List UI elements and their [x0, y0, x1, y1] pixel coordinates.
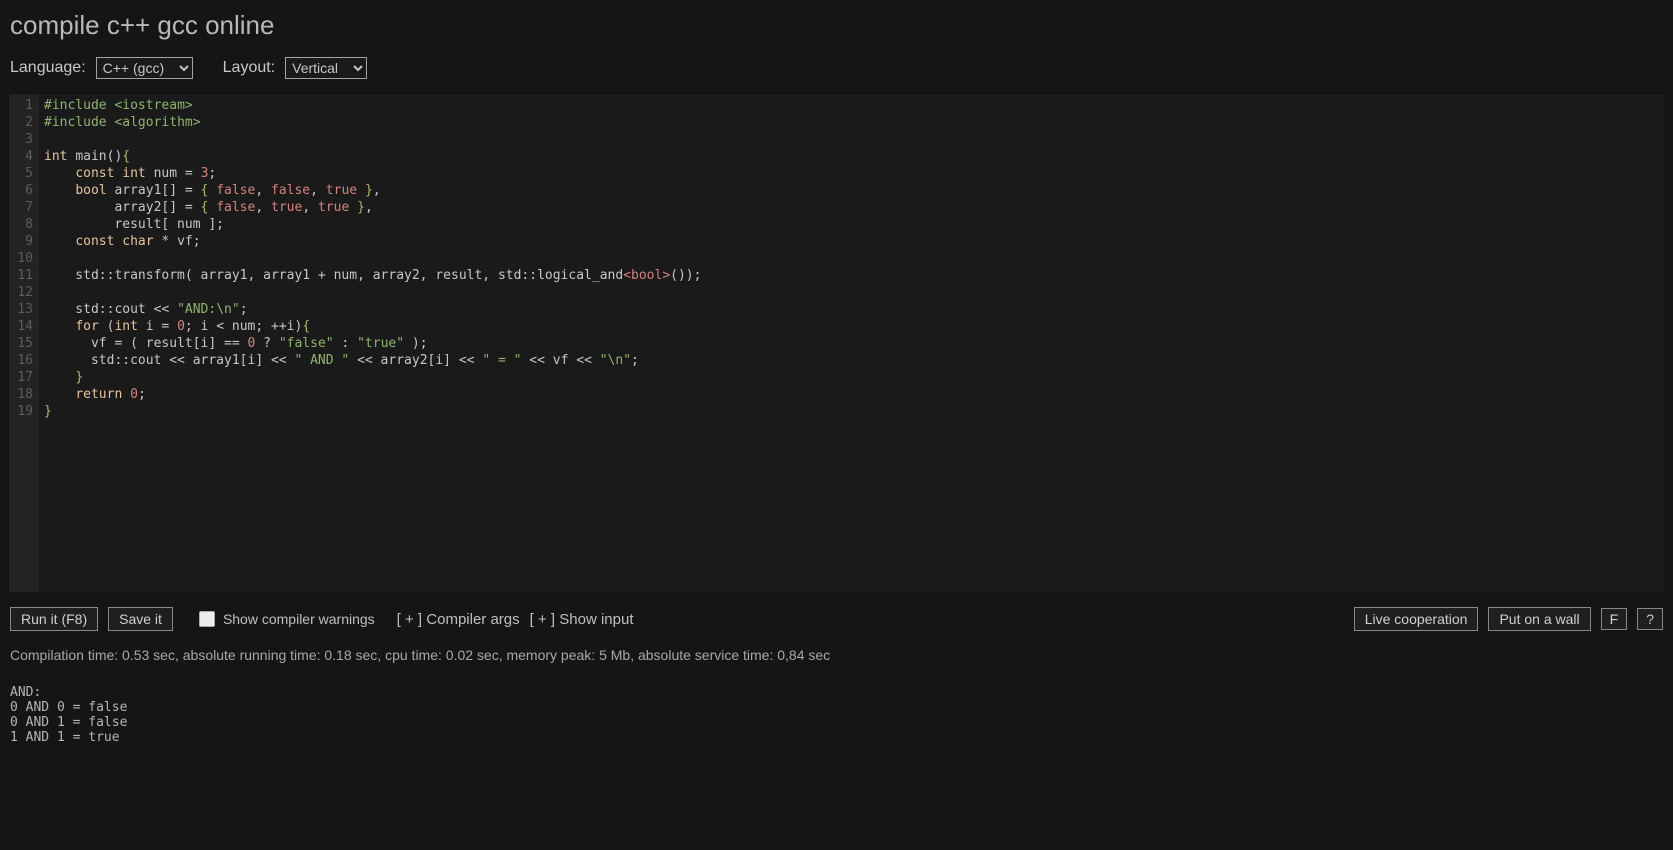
editor-code[interactable]: #include <iostream>#include <algorithm> …: [39, 94, 1664, 592]
toolbar: Run it (F8) Save it Show compiler warnin…: [0, 593, 1673, 637]
help-button[interactable]: ?: [1637, 608, 1663, 630]
language-select[interactable]: C++ (gcc): [96, 57, 193, 79]
page-title: compile c++ gcc online: [0, 0, 1673, 57]
save-button[interactable]: Save it: [108, 607, 173, 631]
show-warnings-checkbox[interactable]: [199, 611, 215, 627]
show-input-toggle[interactable]: [ + ] Show input: [530, 611, 634, 628]
fullscreen-button[interactable]: F: [1601, 608, 1628, 630]
editor: 12345678910111213141516171819 #include <…: [8, 93, 1665, 593]
show-warnings-label[interactable]: Show compiler warnings: [223, 611, 375, 627]
compiler-args-toggle[interactable]: [ + ] Compiler args: [397, 611, 520, 628]
controls-row: Language: C++ (gcc) Layout: Vertical: [0, 57, 1673, 85]
layout-select[interactable]: Vertical: [285, 57, 367, 79]
compilation-stats: Compilation time: 0.53 sec, absolute run…: [0, 637, 1673, 663]
live-cooperation-button[interactable]: Live cooperation: [1354, 607, 1479, 631]
put-on-wall-button[interactable]: Put on a wall: [1488, 607, 1590, 631]
layout-label: Layout:: [223, 59, 275, 77]
program-output: AND: 0 AND 0 = false 0 AND 1 = false 1 A…: [0, 663, 1673, 755]
language-label: Language:: [10, 59, 86, 77]
run-button[interactable]: Run it (F8): [10, 607, 98, 631]
editor-gutter: 12345678910111213141516171819: [9, 94, 39, 592]
